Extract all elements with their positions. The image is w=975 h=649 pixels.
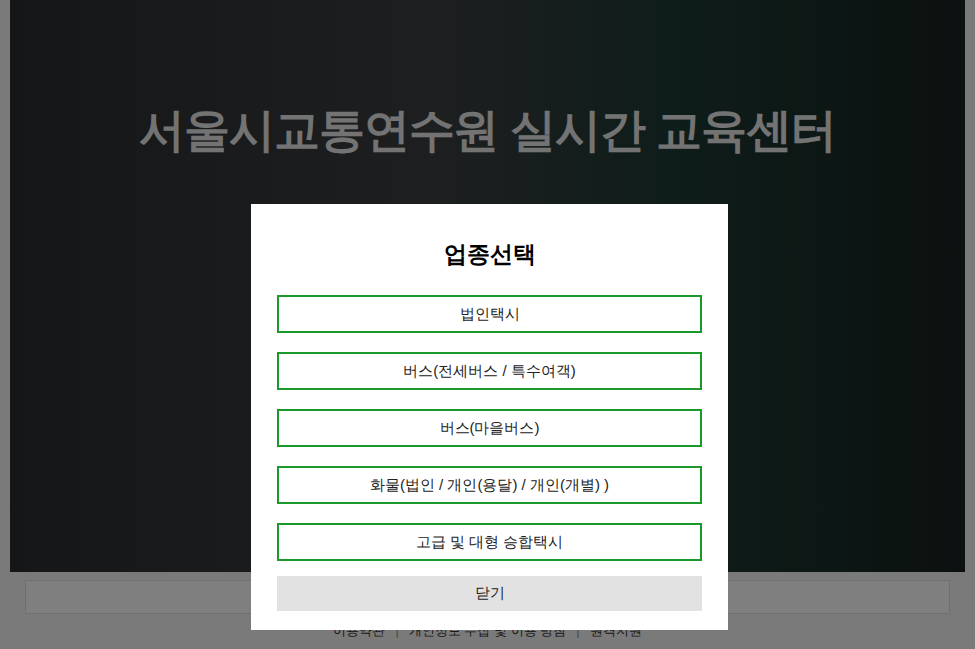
close-button[interactable]: 닫기: [277, 576, 702, 611]
industry-option[interactable]: 고급 및 대형 승합택시: [277, 523, 702, 561]
page: 서울시교통연수원 실시간 교육센터이용약관|개인정보 수집 및 이용 방침|원격…: [0, 0, 975, 649]
dialog-title: 업종선택: [277, 240, 702, 268]
industry-option[interactable]: 버스(마을버스): [277, 409, 702, 447]
industry-dialog: 업종선택법인택시버스(전세버스 / 특수여객) 버스(마을버스) 화물(법인 / 개…: [251, 204, 728, 630]
industry-option[interactable]: 화물(법인 / 개인(용달) / 개인(개별) ): [277, 466, 702, 504]
industry-option[interactable]: 법인택시: [277, 295, 702, 333]
industry-option[interactable]: 버스(전세버스 / 특수여객): [277, 352, 702, 390]
